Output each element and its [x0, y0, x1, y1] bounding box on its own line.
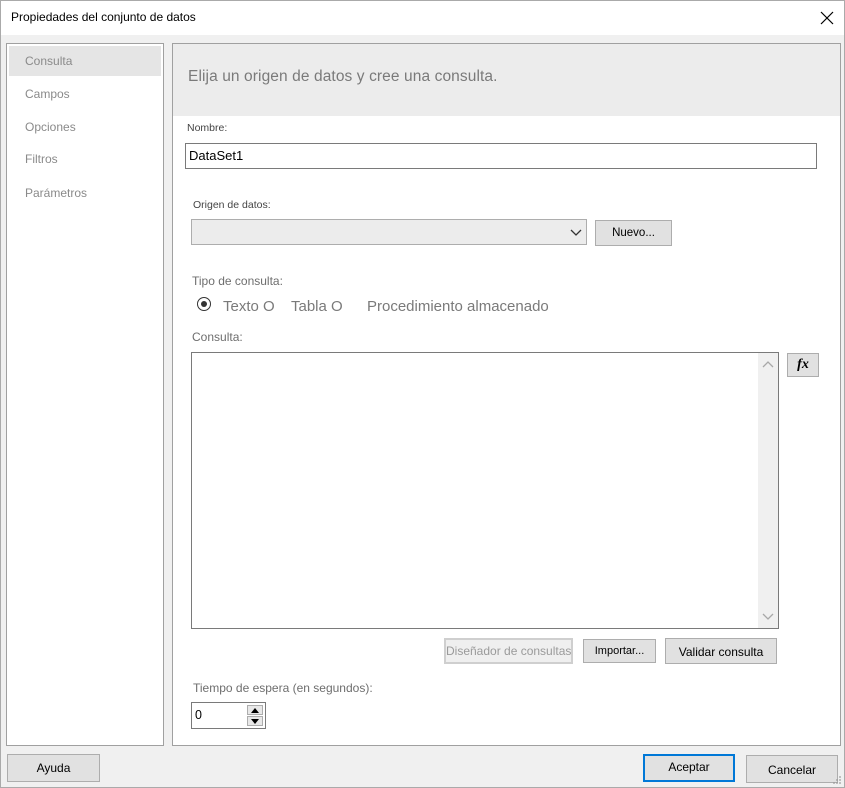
sidebar-nav: Consulta Campos Opciones Filtros Parámet…	[6, 43, 164, 746]
sidebar-item-parametros[interactable]: Parámetros	[9, 178, 161, 208]
close-button[interactable]	[810, 1, 844, 35]
chevron-down-icon	[570, 229, 582, 236]
scroll-down-icon[interactable]	[762, 610, 774, 622]
query-textarea[interactable]	[191, 352, 779, 629]
resize-grip-icon[interactable]	[832, 775, 842, 785]
validate-query-button[interactable]: Validar consulta	[665, 638, 777, 664]
timeout-stepper[interactable]: 0	[191, 702, 266, 729]
triangle-up-icon	[251, 707, 259, 713]
query-type-stored-procedure-label[interactable]: Procedimiento almacenado	[367, 298, 549, 315]
close-icon	[820, 11, 834, 25]
datasource-select[interactable]	[191, 219, 587, 245]
query-type-table-label[interactable]: Tabla O	[291, 298, 343, 315]
query-label: Consulta:	[192, 330, 243, 344]
window-title: Propiedades del conjunto de datos	[11, 10, 196, 24]
panel-header: Elija un origen de datos y cree una cons…	[173, 44, 840, 116]
ok-button[interactable]: Aceptar	[643, 754, 735, 782]
help-button[interactable]: Ayuda	[7, 754, 100, 782]
query-designer-button[interactable]: Diseñador de consultas...	[444, 638, 573, 664]
cancel-button[interactable]: Cancelar	[746, 755, 838, 783]
datasource-label: Origen de datos:	[193, 199, 271, 211]
query-type-label: Tipo de consulta:	[192, 274, 283, 288]
fx-icon: fx	[797, 357, 809, 372]
sidebar-item-campos[interactable]: Campos	[9, 79, 161, 109]
new-datasource-button[interactable]: Nuevo...	[595, 220, 672, 246]
timeout-label: Tiempo de espera (en segundos):	[193, 681, 373, 695]
expression-button[interactable]: fx	[787, 353, 819, 377]
timeout-value: 0	[195, 708, 202, 722]
query-type-text-radio[interactable]	[197, 297, 211, 311]
import-button[interactable]: Importar...	[583, 639, 656, 663]
query-scrollbar[interactable]	[758, 353, 778, 628]
sidebar-item-filtros[interactable]: Filtros	[9, 144, 161, 174]
name-label: Nombre:	[187, 122, 228, 134]
name-field[interactable]: DataSet1	[185, 143, 817, 169]
title-bar: Propiedades del conjunto de datos	[1, 1, 844, 35]
panel-header-text: Elija un origen de datos y cree una cons…	[188, 68, 498, 85]
sidebar-item-consulta[interactable]: Consulta	[9, 46, 161, 76]
stepper-up-button[interactable]	[247, 705, 263, 715]
query-type-text-label[interactable]: Texto O	[223, 298, 275, 315]
sidebar-item-opciones[interactable]: Opciones	[9, 112, 161, 142]
dataset-properties-dialog: Propiedades del conjunto de datos Consul…	[0, 0, 845, 788]
triangle-down-icon	[251, 718, 259, 724]
stepper-down-button[interactable]	[247, 716, 263, 726]
main-panel: Elija un origen de datos y cree una cons…	[172, 43, 841, 746]
scroll-up-icon[interactable]	[762, 359, 774, 371]
